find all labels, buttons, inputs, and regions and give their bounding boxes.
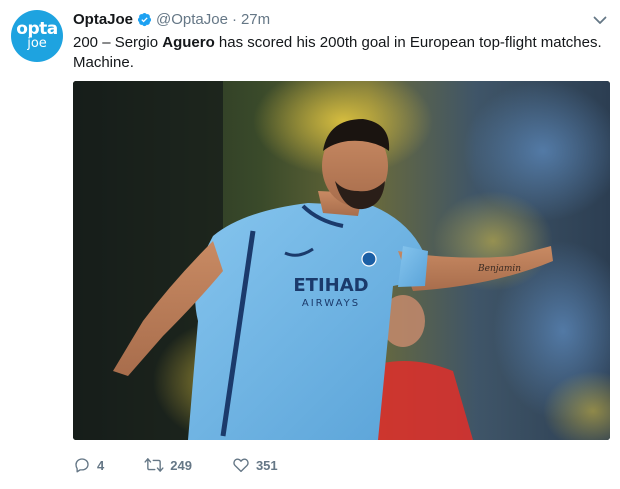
- reply-icon: [75, 458, 89, 473]
- like-count: 351: [255, 457, 278, 473]
- avatar-logo-line1: opta: [16, 19, 58, 39]
- arm-tattoo-text: Benjamin: [477, 264, 521, 274]
- tweet-card[interactable]: opta joe OptaJoe @OptaJoe · 27m 200 – Se…: [0, 0, 620, 489]
- tweet-text-line1: 200 – Sergio Aguero has scored his 200th…: [73, 33, 603, 53]
- display-name[interactable]: OptaJoe: [73, 11, 133, 28]
- chevron-down-icon[interactable]: [592, 12, 608, 28]
- tweet-text: 200 – Sergio Aguero has scored his 200th…: [73, 33, 603, 73]
- avatar[interactable]: opta joe: [11, 10, 63, 62]
- user-handle[interactable]: @OptaJoe: [156, 11, 228, 28]
- reply-count: 4: [97, 457, 105, 473]
- verified-badge-icon: [137, 12, 152, 26]
- shirt-sponsor-line1: ETIHAD: [293, 275, 368, 296]
- like-button[interactable]: 351: [232, 456, 278, 474]
- reply-button[interactable]: 4: [73, 456, 104, 474]
- player-photo-image: ETIHAD AIRWAYS Benjamin: [73, 81, 610, 440]
- shirt-sponsor-line2: AIRWAYS: [302, 298, 360, 309]
- avatar-logo-line2: joe: [27, 36, 47, 51]
- tweet-actions: 4 249 351: [73, 455, 318, 475]
- heart-icon: [233, 458, 249, 473]
- tweet-header: OptaJoe @OptaJoe · 27m: [73, 9, 270, 29]
- tweet-timestamp[interactable]: 27m: [241, 11, 270, 28]
- retweet-icon: [144, 458, 164, 472]
- tweet-text-suffix: has scored his 200th goal in European to…: [214, 34, 602, 51]
- tweet-text-bold-name: Aguero: [162, 34, 215, 51]
- tweet-text-line2: Machine.: [73, 54, 134, 71]
- tweet-text-prefix: 200 – Sergio: [73, 34, 163, 51]
- separator-dot: ·: [231, 10, 237, 28]
- retweet-count: 249: [170, 457, 192, 473]
- tweet-photo[interactable]: ETIHAD AIRWAYS Benjamin: [73, 81, 610, 440]
- retweet-button[interactable]: 249: [144, 456, 192, 474]
